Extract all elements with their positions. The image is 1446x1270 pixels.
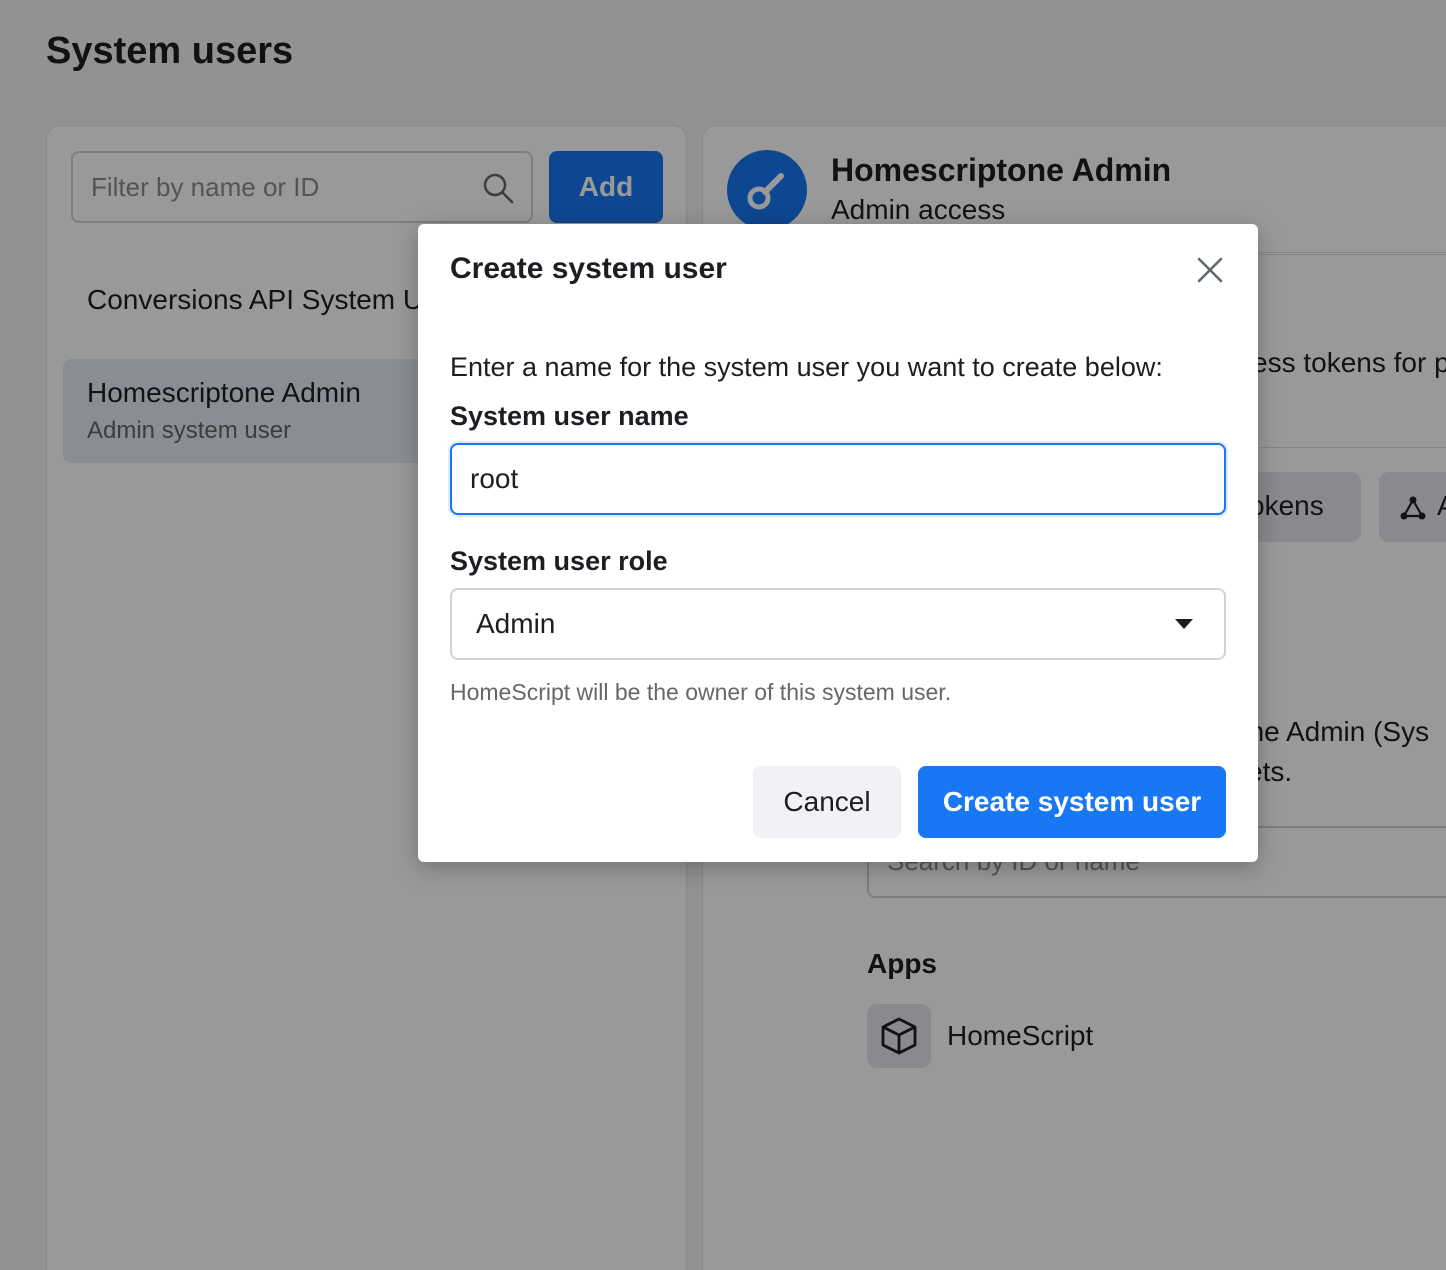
owner-note: HomeScript will be the owner of this sys… <box>450 679 952 705</box>
system-user-name-input[interactable] <box>450 443 1226 515</box>
caret-down-icon <box>1175 619 1193 629</box>
dialog-description: Enter a name for the system user you wan… <box>450 352 1163 382</box>
create-system-user-dialog: Create system user Enter a name for the … <box>418 224 1258 862</box>
close-icon <box>1197 257 1223 283</box>
role-select-value: Admin <box>476 608 556 639</box>
cancel-button[interactable]: Cancel <box>753 766 901 838</box>
name-field-label: System user name <box>450 401 689 431</box>
dialog-title: Create system user <box>450 252 727 285</box>
close-button[interactable] <box>1190 250 1230 290</box>
system-user-role-select[interactable]: Admin <box>450 588 1226 660</box>
create-system-user-button[interactable]: Create system user <box>918 766 1226 838</box>
role-field-label: System user role <box>450 546 668 576</box>
